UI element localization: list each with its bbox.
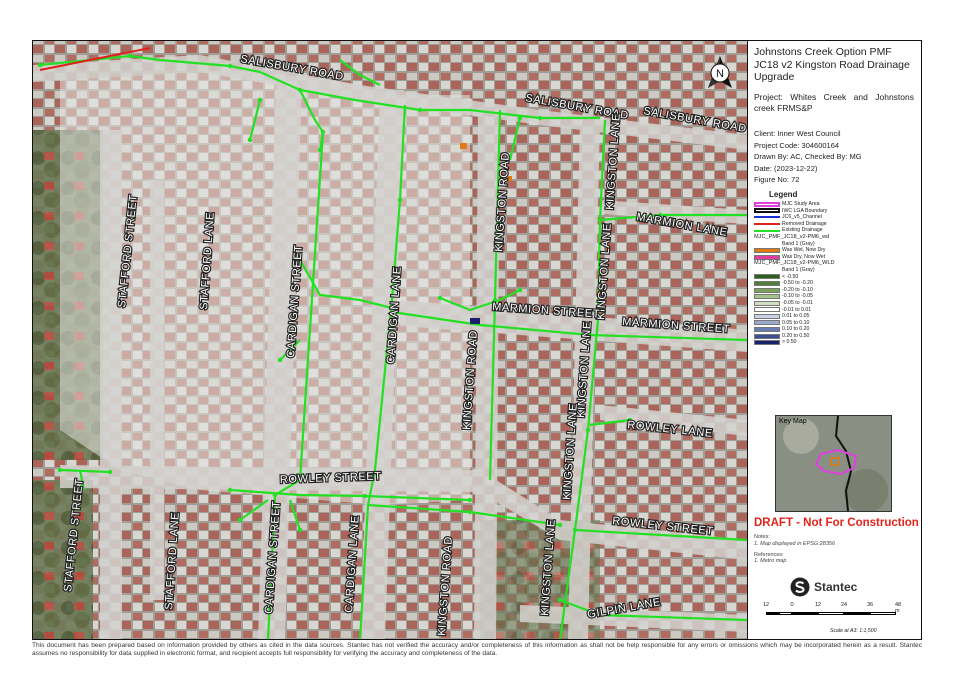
legend-group: MJC_PMF_JC18_v2-PM6_wd	[754, 234, 919, 241]
stantec-logo-icon	[790, 577, 810, 597]
scale-label: 24	[840, 602, 848, 608]
legend-swatch	[754, 300, 780, 306]
map-metadata: Client: Inner West Council Project Code:…	[754, 128, 862, 186]
legend-label: Existing Drainage	[782, 227, 823, 234]
legend-group-name: MJC_PMF_JC18_v2-PM6_wd	[754, 233, 830, 240]
legend-swatch	[754, 229, 780, 232]
legend-swatch	[754, 307, 780, 313]
north-arrow: N	[705, 55, 735, 91]
legend-swatch	[754, 294, 780, 300]
drawn-by: Drawn By: AC, Checked By: MG	[754, 152, 862, 162]
legend-item: Was Wet, Now Dry	[754, 247, 919, 254]
legend-label: 0.20 to 0.50	[782, 332, 810, 339]
stantec-logo-text: Stantec	[814, 580, 858, 594]
legend-band: Band 1 (Gray)	[754, 267, 919, 274]
scale-label: 0	[790, 602, 794, 608]
legend-item: 0.20 to 0.50	[754, 333, 919, 340]
legend-item: -0.10 to -0.05	[754, 293, 919, 300]
reference-1: 1. Metro map	[754, 558, 787, 565]
notes: Notes: 1. Map displayed in EPSG:28356 Re…	[754, 534, 835, 565]
note-1: 1. Map displayed in EPSG:28356	[754, 540, 836, 547]
legend-label: -0.50 to -0.20	[782, 280, 813, 287]
legend-label: 0.01 to 0.05	[782, 313, 810, 320]
legend-heading: Legend	[769, 190, 798, 199]
scale-bar: 12 0 12 24 36 48 m Scale at A3: 1:1,500	[760, 602, 910, 634]
legend-swatch	[754, 223, 780, 226]
depth-change-marker	[470, 318, 480, 324]
map-title: Johnstons Creek Option PMF JC18 v2 Kings…	[754, 46, 910, 83]
project-name: Project: Whites Creek and Johnstons cree…	[754, 92, 914, 113]
legend-swatch	[754, 254, 780, 260]
legend-swatch	[754, 327, 780, 333]
legend-label: > 0.50	[782, 339, 797, 346]
legend-swatch	[754, 216, 780, 219]
legend-item: 0.05 to 0.10	[754, 320, 919, 327]
key-map-label: Key Map	[779, 418, 807, 425]
legend-item: Was Dry, Now Wet	[754, 254, 919, 261]
legend-item: IWC LGA Boundary	[754, 208, 919, 215]
client: Client: Inner West Council	[754, 129, 841, 138]
legend-label: 0.05 to 0.10	[782, 319, 810, 326]
legend-swatch	[754, 247, 780, 253]
scale-label: 12	[814, 602, 822, 608]
map-canvas[interactable]: SALISBURY ROAD SALISBURY ROAD SALISBURY …	[33, 41, 747, 639]
scale-label: 36	[866, 602, 874, 608]
legend-label: IWC LGA Boundary	[782, 207, 828, 214]
legend-item: 0.01 to 0.05	[754, 313, 919, 320]
legend-item: -0.05 to -0.01	[754, 300, 919, 307]
legend-swatch	[754, 340, 780, 346]
references-heading: References:	[754, 551, 784, 558]
legend-item: Existing Drainage	[754, 227, 919, 234]
legend-item: MJC Study Area	[754, 201, 919, 208]
notes-heading: Notes:	[754, 534, 770, 540]
legend-label: 0.10 to 0.20	[782, 326, 810, 333]
figure-no: Figure No: 72	[754, 175, 800, 185]
disclaimer: This document has been prepared based on…	[32, 642, 922, 658]
legend-label: Was Dry, Now Wet	[782, 253, 826, 260]
legend-swatch	[754, 287, 780, 293]
legend-item: -0.01 to 0.01	[754, 307, 919, 314]
legend-item: -0.20 to -0.10	[754, 287, 919, 294]
legend-item: -0.50 to -0.20	[754, 280, 919, 287]
date: Date: (2023-12-22)	[754, 163, 818, 173]
north-letter: N	[716, 68, 724, 80]
legend-swatch	[754, 320, 780, 326]
legend-label: -0.05 to -0.01	[782, 299, 813, 306]
legend-band: Band 1 (Gray)	[782, 240, 815, 247]
legend-item: 0.10 to 0.20	[754, 326, 919, 333]
project-code: Project Code: 304600164	[754, 140, 840, 150]
legend-label: MJC Study Area	[782, 201, 820, 207]
legend-label: -0.10 to -0.05	[782, 293, 813, 300]
legend-swatch	[754, 280, 780, 286]
scale-label: 12	[762, 602, 770, 608]
legend-swatch	[754, 208, 780, 214]
stantec-logo: Stantec	[790, 577, 857, 597]
legend-label: Was Wet, Now Dry	[782, 247, 826, 254]
scale-text: Scale at A3: 1:1,500	[830, 628, 877, 634]
legend-item: Removed Drainage	[754, 221, 919, 228]
map-svg: SALISBURY ROAD SALISBURY ROAD SALISBURY …	[33, 41, 747, 639]
legend-label: -0.20 to -0.10	[782, 286, 813, 293]
legend: MJC Study Area IWC LGA Boundary JC6_v5_Cha…	[754, 201, 919, 346]
draft-stamp: DRAFT - Not For Construction	[754, 517, 919, 529]
legend-label: JC6_v5_Channel	[782, 214, 822, 221]
legend-band: Band 1 (Gray)	[754, 241, 919, 248]
legend-group-name: MJC_PMF_JC18_v2-PM6_WLD	[754, 260, 835, 267]
legend-item: JC6_v5_Channel	[754, 214, 919, 221]
legend-swatch	[754, 201, 780, 207]
key-map[interactable]: Key Map	[775, 415, 892, 512]
scale-label: 48 m	[895, 602, 902, 614]
legend-item: < -0.50	[754, 274, 919, 281]
legend-band: Band 1 (Gray)	[782, 266, 815, 273]
legend-label: -0.01 to 0.01	[782, 306, 812, 313]
legend-item: > 0.50	[754, 339, 919, 346]
legend-label: Removed Drainage	[782, 220, 827, 227]
wet-to-dry-marker	[460, 143, 467, 149]
legend-swatch	[754, 333, 780, 339]
legend-swatch	[754, 274, 780, 280]
legend-group: MJC_PMF_JC18_v2-PM6_WLD	[754, 260, 919, 267]
legend-swatch	[754, 313, 780, 319]
legend-label: < -0.50	[782, 273, 799, 280]
